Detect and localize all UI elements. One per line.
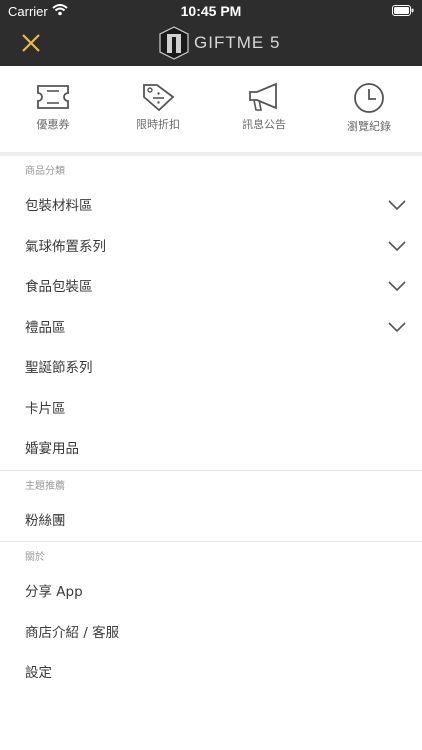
menu-item-label: 氣球佈置系列 [25, 238, 106, 255]
menu-item-balloons[interactable]: 氣球佈置系列 [0, 227, 422, 268]
section-title-themes: 主題推薦 [25, 480, 65, 492]
menu-item-share-app[interactable]: 分享 App [0, 572, 422, 613]
coupon-link[interactable]: 優惠券 [13, 82, 93, 132]
chevron-down-icon[interactable] [388, 240, 406, 252]
quick-links: 優惠券 限時折扣 訊息公告 瀏覽紀錄 [0, 66, 422, 156]
coupon-label: 優惠券 [36, 118, 70, 131]
chevron-down-icon[interactable] [388, 281, 406, 292]
chevron-down-icon[interactable] [388, 200, 406, 211]
menu-item-food-packaging[interactable]: 食品包裝區 [0, 267, 422, 308]
history-link[interactable]: 瀏覽紀錄 [329, 82, 409, 134]
logo-text: GIFTME 5 [194, 33, 281, 52]
menu-item-packaging[interactable]: 包裝材料區 [0, 186, 422, 227]
menu-item-store-info[interactable]: 商店介紹 / 客服 [0, 613, 422, 654]
menu-item-label: 商店介紹 / 客服 [25, 624, 120, 641]
battery-icon [392, 5, 414, 19]
section-title-about: 關於 [25, 552, 45, 563]
status-bar: Carrier 10:45 PM [0, 0, 422, 22]
menu-item-label: 粉絲團 [25, 512, 66, 529]
history-label: 瀏覽紀錄 [347, 120, 391, 133]
menu-item-label: 聖誕節系列 [25, 360, 93, 376]
menu-item-label: 食品包裝區 [25, 279, 93, 295]
close-icon [22, 34, 40, 52]
clock-icon [354, 83, 384, 113]
close-button[interactable] [20, 32, 42, 54]
discount-tag-icon [143, 84, 175, 112]
section-title-categories: 商品分類 [25, 166, 65, 177]
menu-item-christmas[interactable]: 聖誕節系列 [0, 348, 422, 389]
top-bar: Carrier 10:45 PM GIFTME 5 [0, 0, 422, 66]
menu-item-label: 婚宴用品 [25, 441, 79, 457]
announcement-label: 訊息公告 [242, 118, 286, 131]
discount-label: 限時折扣 [136, 118, 180, 131]
menu-item-settings[interactable]: 設定 [0, 653, 422, 694]
megaphone-icon [249, 82, 277, 111]
menu-item-fan-page[interactable]: 粉絲團 [0, 501, 422, 542]
menu-item-cards[interactable]: 卡片區 [0, 389, 422, 430]
menu-item-wedding[interactable]: 婚宴用品 [0, 429, 422, 470]
side-menu: 商品分類 包裝材料區 氣球佈置系列 食品包裝區 禮品區 聖誕節系列 卡片區 婚宴… [0, 156, 422, 694]
discount-link[interactable]: 限時折扣 [118, 82, 198, 132]
menu-item-gifts[interactable]: 禮品區 [0, 308, 422, 349]
ticket-icon [37, 85, 69, 109]
status-time: 10:45 PM [180, 3, 242, 19]
menu-item-label: 卡片區 [25, 400, 66, 417]
logo-mark-icon [159, 26, 189, 60]
announcement-link[interactable]: 訊息公告 [224, 82, 304, 132]
menu-item-label: 包裝材料區 [25, 198, 93, 214]
brand-logo: GIFTME 5 [158, 26, 280, 60]
chevron-down-icon[interactable] [388, 321, 406, 333]
menu-item-label: 設定 [25, 665, 52, 681]
menu-item-label: 分享 App [25, 584, 83, 600]
menu-item-label: 禮品區 [25, 319, 66, 336]
